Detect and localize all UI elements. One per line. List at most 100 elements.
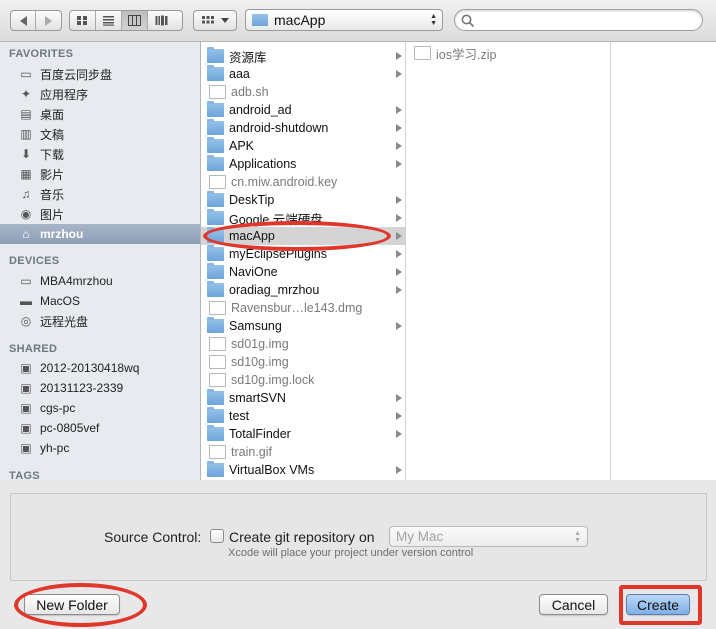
sidebar-item-2[interactable]: ▣ cgs-pc [0, 398, 200, 418]
folder-icon [207, 119, 224, 135]
item-name: TotalFinder [229, 427, 291, 441]
folder-row[interactable]: aaa [201, 65, 405, 83]
folder-row[interactable]: oradiag_mrzhou [201, 281, 405, 299]
sidebar-item-label: MacOS [40, 294, 81, 308]
item-name: NaviOne [229, 265, 278, 279]
folder-row[interactable]: smartSVN [201, 389, 405, 407]
sidebar-item-4[interactable]: ⬇ 下载 [0, 144, 200, 164]
sidebar-item-1[interactable]: ✦ 应用程序 [0, 84, 200, 104]
columns-icon [128, 15, 141, 26]
source-control-hint: Xcode will place your project under vers… [228, 547, 474, 559]
shared-header: SHARED [9, 343, 58, 355]
devices-header: DEVICES [9, 255, 60, 267]
cover-flow-button[interactable] [148, 11, 174, 30]
disclosure-arrow-icon [396, 52, 402, 60]
monitor-icon: ▣ [20, 421, 32, 435]
file-row[interactable]: sd01g.img [201, 335, 405, 353]
sidebar-item-7[interactable]: ◉ 图片 [0, 204, 200, 224]
file-row[interactable]: ios学习.zip [406, 44, 611, 62]
file-row[interactable]: Ravensbur…le143.dmg [201, 299, 405, 317]
column-preview [611, 42, 716, 480]
path-popup[interactable]: macApp ▲ ▼ [245, 9, 443, 31]
item-name: aaa [229, 67, 250, 81]
disk-icon: ▬ [20, 294, 32, 308]
folder-row[interactable]: 资源库 [201, 47, 405, 65]
folder-icon [207, 461, 224, 477]
sidebar-item-label: 应用程序 [40, 87, 89, 102]
arrange-button[interactable] [193, 10, 237, 31]
create-button[interactable]: Create [626, 594, 690, 615]
sidebar-item-label: pc-0805vef [40, 421, 100, 435]
folder-row[interactable]: DeskTip [201, 191, 405, 209]
folder-icon: ▭ [20, 67, 32, 81]
applications-icon: ✦ [20, 87, 32, 101]
sidebar-item-0[interactable]: ▣ 2012-20130418wq [0, 358, 200, 378]
view-mode-control [69, 10, 183, 31]
folder-row[interactable]: macApp [201, 227, 405, 245]
folder-row[interactable]: Applications [201, 155, 405, 173]
item-name: VirtualBox VMs [229, 463, 315, 477]
new-folder-button[interactable]: New Folder [24, 594, 120, 615]
folder-row[interactable]: APK [201, 137, 405, 155]
folder-row[interactable]: android-shutdown [201, 119, 405, 137]
git-repository-checkbox-label[interactable]: Create git repository on [229, 529, 375, 545]
sidebar-item-3[interactable]: ▥ 文稿 [0, 124, 200, 144]
sidebar-item-0[interactable]: ▭ MBA4mrzhou [0, 271, 200, 291]
folder-row[interactable]: Samsung [201, 317, 405, 335]
item-name: macApp [229, 229, 275, 243]
movies-icon: ▦ [20, 167, 32, 181]
documents-icon: ▥ [20, 127, 32, 141]
disclosure-arrow-icon [396, 322, 402, 330]
folder-row[interactable]: myEclipsePlugins [201, 245, 405, 263]
sidebar-item-6[interactable]: ♫ 音乐 [0, 184, 200, 204]
folder-row[interactable]: android_ad [201, 101, 405, 119]
sidebar-item-0[interactable]: ▭ 百度云同步盘 [0, 64, 200, 84]
sidebar-item-2[interactable]: ◎ 远程光盘 [0, 311, 200, 331]
sidebar: FAVORITES ▭ 百度云同步盘 ✦ 应用程序 ▤ 桌面 ▥ 文稿 ⬇ 下载 ▦ 影片 ♫ 音乐 ◉ 图片… [0, 42, 201, 480]
file-row[interactable]: sd10g.img [201, 353, 405, 371]
folder-row[interactable]: NaviOne [201, 263, 405, 281]
folder-row[interactable]: Google 云端硬盘 [201, 209, 405, 227]
git-repository-checkbox[interactable] [210, 529, 224, 543]
sidebar-item-2[interactable]: ▤ 桌面 [0, 104, 200, 124]
document-icon [209, 337, 226, 351]
cover-flow-icon [155, 15, 167, 26]
source-control-panel: Source Control: Create git repository on… [10, 493, 707, 581]
sidebar-item-3[interactable]: ▣ pc-0805vef [0, 418, 200, 438]
column-macapp: ios学习.zip [406, 42, 611, 480]
sidebar-item-1[interactable]: ▬ MacOS [0, 291, 200, 311]
sidebar-item-5[interactable]: ▦ 影片 [0, 164, 200, 184]
file-row[interactable]: sd10g.img.lock [201, 371, 405, 389]
chevron-down-icon [220, 18, 229, 23]
pictures-icon: ◉ [20, 207, 32, 221]
disclosure-arrow-icon [396, 106, 402, 114]
folder-row[interactable]: VirtualBox VMs [201, 461, 405, 479]
column-view-button[interactable] [122, 11, 148, 30]
repository-location-popup[interactable]: My Mac ▲ ▼ [389, 526, 588, 547]
folder-row[interactable]: test [201, 407, 405, 425]
back-button[interactable] [11, 11, 37, 30]
file-row[interactable]: cn.miw.android.key [201, 173, 405, 191]
sidebar-item-label: 影片 [40, 167, 65, 182]
item-name: Applications [229, 157, 297, 171]
cancel-button[interactable]: Cancel [539, 594, 608, 615]
laptop-icon: ▭ [20, 274, 32, 288]
disclosure-arrow-icon [396, 250, 402, 258]
sidebar-item-label: 桌面 [40, 107, 65, 122]
repository-location-value: My Mac [396, 529, 444, 544]
folder-row[interactable]: TotalFinder [201, 425, 405, 443]
item-name: adb.sh [231, 85, 269, 99]
icon-view-button[interactable] [70, 11, 96, 30]
sidebar-item-1[interactable]: ▣ 20131123-2339 [0, 378, 200, 398]
forward-button[interactable] [36, 11, 61, 30]
monitor-icon: ▣ [20, 381, 32, 395]
disclosure-arrow-icon [396, 142, 402, 150]
sidebar-item-8[interactable]: ⌂ mrzhou [0, 224, 200, 244]
list-view-button[interactable] [96, 11, 122, 30]
disclosure-arrow-icon [396, 394, 402, 402]
file-row[interactable]: train.gif [201, 443, 405, 461]
search-field[interactable] [454, 9, 703, 31]
sidebar-item-label: 下载 [40, 147, 65, 162]
file-row[interactable]: adb.sh [201, 83, 405, 101]
sidebar-item-4[interactable]: ▣ yh-pc [0, 438, 200, 458]
